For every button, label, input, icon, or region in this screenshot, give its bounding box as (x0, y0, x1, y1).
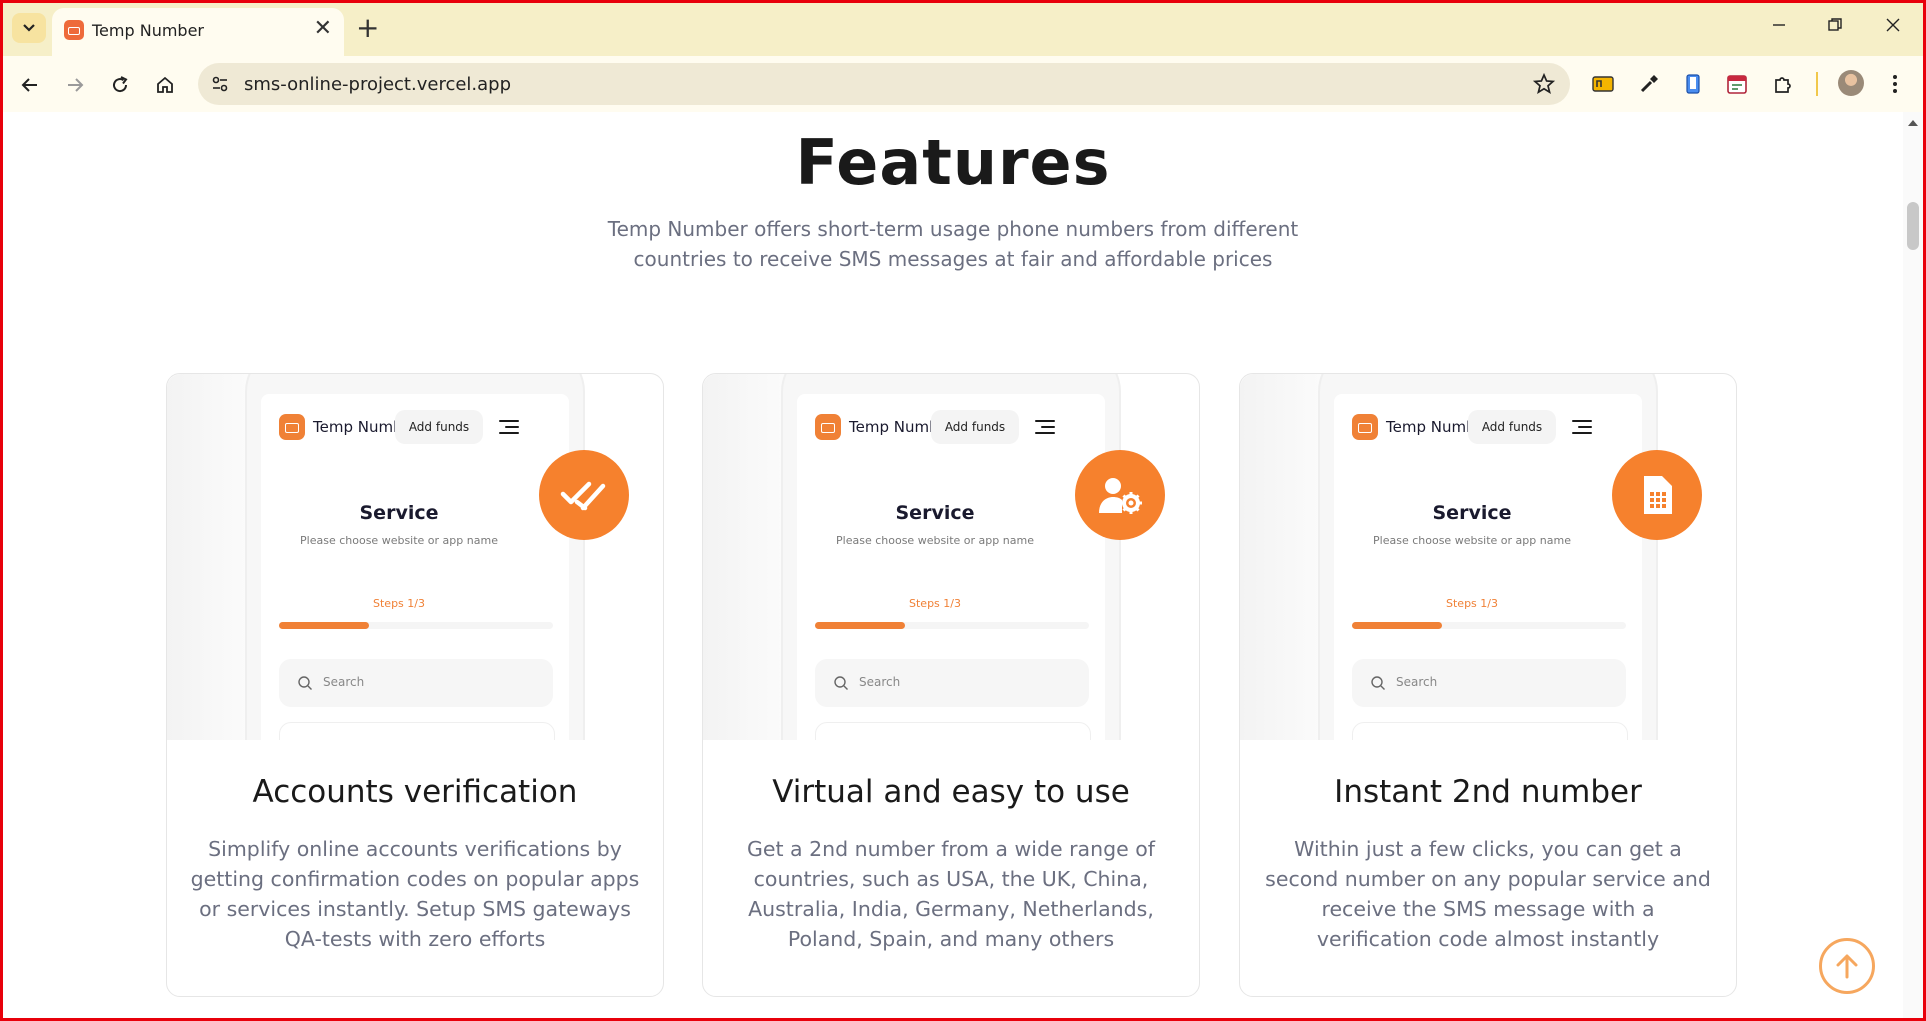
site-settings-icon[interactable] (210, 74, 230, 94)
chevron-down-icon (23, 24, 35, 32)
mockup-progress-bar (1352, 622, 1626, 629)
mockup-search: Search (815, 659, 1089, 707)
mockup-add-funds-button: Add funds (1468, 410, 1556, 444)
arrow-left-icon (21, 78, 37, 92)
home-icon (157, 76, 173, 93)
scrollbar-thumb[interactable] (1907, 202, 1919, 250)
forward-button[interactable] (59, 69, 91, 101)
extension-device-icon[interactable] (1680, 71, 1706, 97)
arrow-right-icon (68, 78, 84, 92)
url-text: sms-online-project.vercel.app (244, 74, 512, 95)
kebab-menu-icon (1893, 75, 1897, 93)
features-heading: Features (795, 126, 1111, 199)
reload-icon (113, 76, 128, 93)
card-title: Accounts verification (252, 774, 578, 810)
close-tab-icon[interactable]: ✕ (314, 16, 332, 42)
mockup-progress-bar (815, 622, 1089, 629)
scroll-to-top-button[interactable] (1819, 938, 1875, 994)
minimize-button[interactable] (1764, 12, 1794, 42)
feature-card-accounts-verification: Temp Number Add funds Service Please cho… (166, 373, 664, 997)
browser-toolbar: sms-online-project.vercel.app (0, 56, 1926, 113)
card-description: Simplify online accounts verifications b… (190, 837, 640, 951)
restore-button[interactable] (1820, 12, 1850, 42)
search-icon (834, 676, 848, 690)
double-check-icon (539, 450, 629, 540)
minimize-icon (1773, 24, 1785, 26)
features-subtitle: Temp Number offers short-term usage phon… (607, 217, 1299, 271)
mockup-service-title: Service (1432, 502, 1512, 524)
extension-eyedropper-icon[interactable] (1636, 71, 1662, 97)
mockup-menu-icon (1572, 420, 1592, 435)
sim-card-icon (1612, 450, 1702, 540)
mockup-search: Search (279, 659, 553, 707)
card-title: Virtual and easy to use (772, 774, 1130, 810)
browser-menu-button[interactable] (1882, 71, 1908, 97)
site-favicon-icon (64, 20, 84, 40)
extensions-puzzle-icon[interactable] (1770, 71, 1796, 97)
browser-tab-bar: Temp Number ✕ + (0, 0, 1926, 56)
mockup-service-title: Service (359, 502, 439, 524)
mockup-steps: Steps 1/3 (373, 597, 425, 610)
card-description: Get a 2nd number from a wide range of co… (746, 837, 1155, 951)
tab-search-button[interactable] (12, 13, 46, 43)
mockup-menu-icon (499, 420, 519, 435)
scroll-up-arrow-icon[interactable] (1908, 120, 1918, 126)
mockup-service-hint: Please choose website or app name (300, 534, 498, 547)
mockup-progress-bar (279, 622, 553, 629)
card-description: Within just a few clicks, you can get a … (1265, 837, 1711, 951)
mockup-search: Search (1352, 659, 1626, 707)
bookmark-star-icon[interactable] (1532, 72, 1556, 96)
restore-icon (1828, 18, 1842, 31)
extension-calendar-icon[interactable] (1724, 71, 1750, 97)
card-title: Instant 2nd number (1334, 774, 1642, 810)
phone-mockup: Temp Number Add funds Service Please cho… (1240, 374, 1736, 740)
mockup-steps: Steps 1/3 (909, 597, 961, 610)
mockup-logo-icon (1352, 414, 1378, 440)
mockup-menu-icon (1035, 420, 1055, 435)
mockup-logo-icon (279, 414, 305, 440)
phone-mockup: Temp Number Add funds Service Please cho… (167, 374, 663, 740)
mockup-steps: Steps 1/3 (1446, 597, 1498, 610)
toolbar-divider (1816, 72, 1818, 96)
mockup-service-hint: Please choose website or app name (1373, 534, 1571, 547)
mockup-service-hint: Please choose website or app name (836, 534, 1034, 547)
back-button[interactable] (14, 69, 46, 101)
mockup-logo-icon (815, 414, 841, 440)
mockup-add-funds-button: Add funds (395, 410, 483, 444)
feature-card-virtual-easy: Temp Number Add funds Service Please cho… (702, 373, 1200, 997)
close-window-button[interactable] (1878, 12, 1908, 42)
page-content: Features Temp Number offers short-term u… (3, 112, 1903, 1018)
arrow-up-icon (1836, 954, 1858, 979)
mockup-service-title: Service (895, 502, 975, 524)
feature-card-instant-number: Temp Number Add funds Service Please cho… (1239, 373, 1737, 997)
search-icon (1371, 676, 1385, 690)
reload-button[interactable] (104, 69, 136, 101)
profile-avatar[interactable] (1838, 70, 1864, 96)
user-gear-icon (1075, 450, 1165, 540)
close-icon (1886, 18, 1900, 32)
new-tab-button[interactable]: + (356, 12, 379, 44)
browser-tab-active[interactable]: Temp Number ✕ (52, 8, 344, 56)
vertical-scrollbar[interactable] (1903, 112, 1923, 1018)
address-bar[interactable]: sms-online-project.vercel.app (198, 63, 1570, 105)
extension-wallet-icon[interactable] (1590, 71, 1616, 97)
mockup-add-funds-button: Add funds (931, 410, 1019, 444)
search-icon (298, 676, 312, 690)
phone-mockup: Temp Number Add funds Service Please cho… (703, 374, 1199, 740)
home-button[interactable] (149, 69, 181, 101)
tab-title: Temp Number (92, 21, 204, 40)
